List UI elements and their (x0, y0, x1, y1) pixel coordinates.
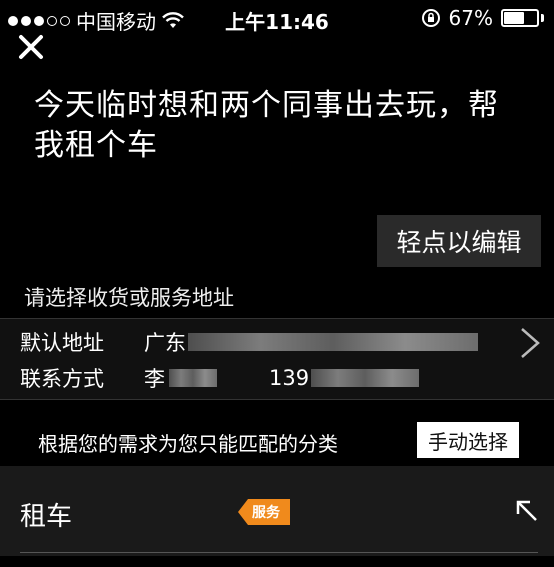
battery-percent: 67% (448, 6, 493, 30)
request-text: 今天临时想和两个同事出去玩，帮我租个车 (34, 88, 499, 163)
service-tag: 服务 (238, 499, 290, 525)
close-button[interactable] (14, 30, 48, 64)
battery-icon (501, 9, 539, 27)
address-card[interactable]: 默认地址 广东 联系方式 李 139 (0, 318, 554, 400)
edit-button[interactable]: 轻点以编辑 (377, 215, 541, 267)
divider (20, 552, 538, 553)
status-right: 67% (421, 6, 544, 30)
orientation-lock-icon (421, 9, 440, 27)
default-address-label: 默认地址 (20, 331, 104, 355)
contact-label: 联系方式 (20, 367, 104, 391)
default-address-value: 广东 (144, 331, 186, 355)
manual-select-button[interactable]: 手动选择 (417, 422, 519, 458)
close-icon (19, 35, 43, 59)
status-bar: 中国移动 上午11:46 67% (0, 0, 554, 36)
category-item-rental[interactable]: 租车 服务 (0, 466, 554, 556)
contact-name: 李 (144, 367, 165, 391)
address-section-title: 请选择收货或服务地址 (24, 286, 234, 310)
default-address-row: 默认地址 广东 (20, 327, 478, 357)
chevron-right-icon (521, 328, 540, 358)
category-name: 租车 (20, 502, 73, 532)
contact-phone: 139 (269, 366, 310, 390)
battery-tip (541, 14, 544, 22)
arrow-up-left-icon[interactable] (514, 498, 540, 524)
redacted-address (188, 333, 478, 351)
match-description: 根据您的需求为您只能匹配的分类 (38, 432, 338, 456)
contact-row: 联系方式 李 139 (20, 363, 420, 393)
redacted-name (169, 369, 217, 387)
redacted-phone (311, 369, 420, 387)
